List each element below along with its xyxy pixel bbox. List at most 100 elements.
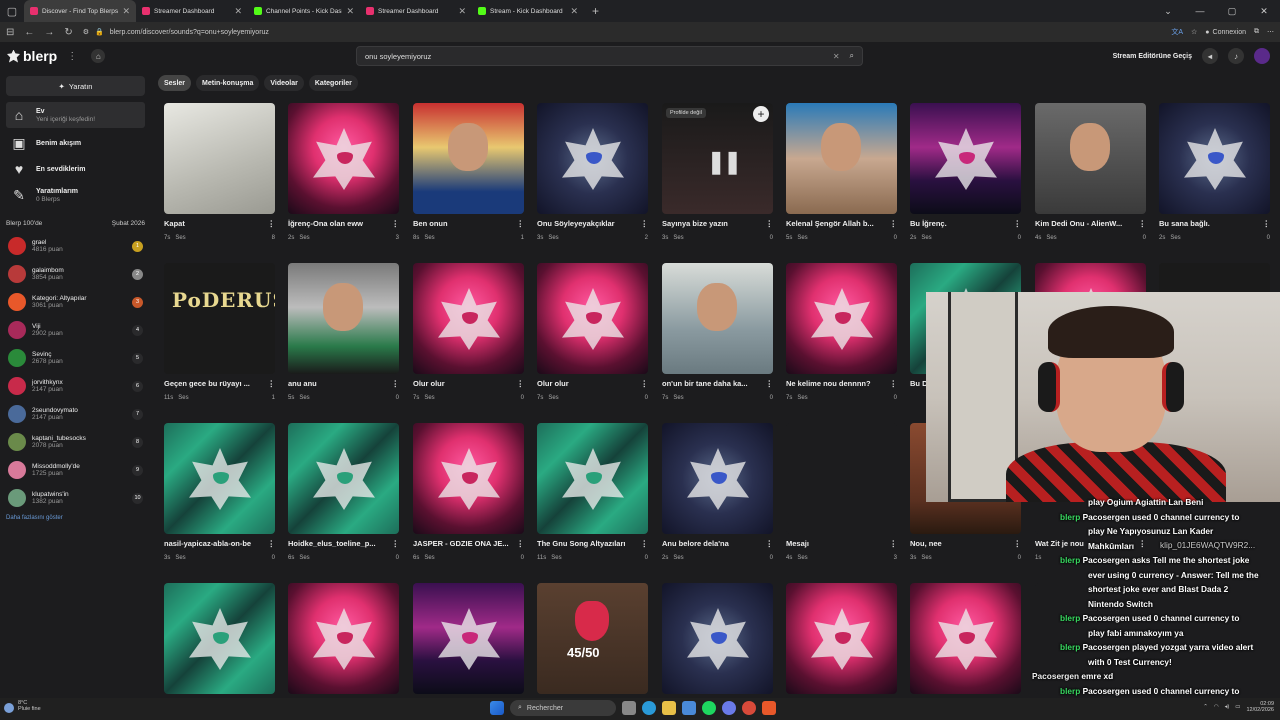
sound-thumbnail[interactable] [288, 423, 399, 534]
sound-thumbnail[interactable] [662, 583, 773, 694]
search-bar[interactable]: onu soyleyemiyoruz ✕ ⌕ [356, 46, 863, 66]
sound-thumbnail[interactable] [1035, 103, 1146, 214]
sound-card[interactable]: anu anu ⋮ 5s Ses 0 [288, 263, 399, 403]
windows-start-icon[interactable] [490, 701, 504, 715]
sound-card[interactable]: Bu sana bağlı. ⋮ 2s Ses 0 [1159, 103, 1270, 243]
sound-thumbnail[interactable] [786, 423, 897, 534]
leaderboard-row[interactable]: jorvithkynx 2147 puan 6 [8, 374, 143, 398]
sound-card[interactable]: The Gnu Song Altyazıları ⋮ 11s Ses 0 [537, 423, 648, 563]
task-view-icon[interactable] [622, 701, 636, 715]
sound-card[interactable]: Kim Dedi Onu - AlienW... ⋮ 4s Ses 0 [1035, 103, 1146, 243]
card-menu-icon[interactable]: ⋮ [766, 539, 774, 548]
card-menu-icon[interactable]: ⋮ [890, 219, 898, 228]
card-menu-icon[interactable]: ⋮ [517, 539, 525, 548]
app-menu-icon[interactable]: ⋮ [67, 51, 77, 62]
tab-close-icon[interactable]: ✕ [122, 6, 130, 17]
sound-thumbnail[interactable] [413, 103, 524, 214]
sound-card[interactable]: Hoidke_elus_toeline_p... ⋮ 6s Ses 0 [288, 423, 399, 563]
tab-close-icon[interactable]: ✕ [570, 6, 578, 17]
card-menu-icon[interactable]: ⋮ [517, 219, 525, 228]
sound-card[interactable]: Onu Söyleyeyakçıklar ⋮ 3s Ses 2 [537, 103, 648, 243]
sound-card[interactable]: Ben onun ⋮ 8s Ses 1 [413, 103, 524, 243]
menu-icon[interactable]: ⋯ [1267, 28, 1274, 36]
sound-thumbnail[interactable] [413, 583, 524, 694]
filter-chip[interactable]: Metin-konuşma [196, 75, 260, 91]
sound-thumbnail[interactable] [786, 103, 897, 214]
filter-chip[interactable]: Kategoriler [308, 75, 358, 91]
weather-widget[interactable]: 8°C Pluie fine [4, 700, 41, 713]
card-menu-icon[interactable]: ⋮ [392, 539, 400, 548]
sound-card[interactable]: nasil-yapicaz-abla-on-be ⋮ 3s Ses 0 [164, 423, 275, 563]
sound-thumbnail[interactable] [288, 263, 399, 374]
card-menu-icon[interactable]: ⋮ [766, 219, 774, 228]
new-tab-button[interactable]: + [584, 4, 607, 18]
store-icon[interactable] [682, 701, 696, 715]
browser-tab[interactable]: Discover - Find Top Blerps ✕ [24, 0, 136, 22]
tab-close-icon[interactable]: ✕ [346, 6, 354, 17]
sound-card[interactable]: Ne kelime nou dennnn? ⋮ 7s Ses 0 [786, 263, 897, 403]
maximize-icon[interactable]: ▢ [1216, 0, 1248, 22]
browser-tab[interactable]: Stream - Kick Dashboard ✕ [472, 0, 584, 22]
sound-thumbnail[interactable] [413, 263, 524, 374]
sound-card[interactable]: İğrenç-Ona olan eww ⋮ 2s Ses 3 [288, 103, 399, 243]
window-menu-icon[interactable]: ▢ [0, 0, 24, 22]
browser-tab[interactable]: Streamer Dashboard ✕ [136, 0, 248, 22]
card-menu-icon[interactable]: ⋮ [392, 219, 400, 228]
leaderboard-row[interactable]: klupatwins'in 1382 puan 10 [8, 486, 143, 510]
sidebar-nav-item[interactable]: ✎ Yaratımlarım 0 Blerps [6, 182, 145, 208]
search-icon[interactable]: ⌕ [850, 51, 854, 61]
minimize-icon[interactable]: — [1184, 0, 1216, 22]
sidebar-nav-item[interactable]: ⌂ Ev Yeni içeriği keşfedin! [6, 102, 145, 128]
sound-card[interactable]: JASPER - GDZIE ONA JE... ⋮ 6s Ses 0 [413, 423, 524, 563]
card-menu-icon[interactable]: ⋮ [392, 379, 400, 388]
card-menu-icon[interactable]: ⋮ [268, 539, 276, 548]
sound-thumbnail[interactable] [164, 423, 275, 534]
browser-tab[interactable]: Channel Points - Kick Dashboar ✕ [248, 0, 360, 22]
reload-icon[interactable]: ↻ [64, 27, 72, 38]
volume-icon[interactable]: ◂) [1225, 704, 1230, 710]
sound-thumbnail[interactable] [164, 103, 275, 214]
filter-chip[interactable]: Videolar [264, 75, 304, 91]
sound-thumbnail[interactable] [537, 263, 648, 374]
show-more-link[interactable]: Daha fazlasını göster [6, 515, 63, 521]
sidebar-nav-item[interactable]: ♥ En sevdiklerim [6, 156, 145, 182]
sound-thumbnail[interactable] [288, 103, 399, 214]
sound-thumbnail[interactable] [786, 263, 897, 374]
edge-icon[interactable] [642, 701, 656, 715]
leaderboard-row[interactable]: Kategori: Altyapılar 3061 puan 3 [8, 290, 143, 314]
sound-thumbnail[interactable] [910, 103, 1021, 214]
sound-card[interactable]: Kelenal Şengör Allah b... ⋮ 5s Ses 0 [786, 103, 897, 243]
leaderboard-row[interactable]: kaptani_tubesocks 2078 puan 8 [8, 430, 143, 454]
card-menu-icon[interactable]: ⋮ [641, 219, 649, 228]
sound-card[interactable]: Mesajı ⋮ 4s Ses 3 [786, 423, 897, 563]
tab-list-icon[interactable]: ⌄ [1152, 0, 1184, 22]
extensions-icon[interactable]: ⧉ [1254, 28, 1259, 36]
profile-button[interactable]: ● Connexion [1205, 29, 1246, 36]
notification-icon[interactable]: ♪ [1228, 48, 1244, 64]
filter-chip[interactable]: Sesler [158, 75, 192, 91]
taskbar-search[interactable]: ⌕ Rechercher [510, 700, 616, 716]
card-menu-icon[interactable]: ⋮ [766, 379, 774, 388]
stream-editor-link[interactable]: Stream Editörüne Geçiş [1113, 53, 1192, 60]
sound-icon[interactable]: ◂ [1202, 48, 1218, 64]
search-input[interactable]: onu soyleyemiyoruz [365, 52, 833, 61]
pause-icon[interactable]: ❚❚ [707, 149, 742, 175]
sound-card[interactable]: Anu belore dela'na ⋮ 2s Ses 0 [662, 423, 773, 563]
card-menu-icon[interactable]: ⋮ [641, 379, 649, 388]
tab-close-icon[interactable]: ✕ [458, 6, 466, 17]
sound-thumbnail[interactable] [910, 583, 1021, 694]
sound-thumbnail[interactable] [537, 423, 648, 534]
file-explorer-icon[interactable] [662, 701, 676, 715]
leaderboard-row[interactable]: 2seundovymato 2147 puan 7 [8, 402, 143, 426]
sound-thumbnail[interactable] [662, 263, 773, 374]
close-window-icon[interactable]: ✕ [1248, 0, 1280, 22]
sound-thumbnail[interactable] [786, 583, 897, 694]
forward-icon[interactable]: → [44, 27, 54, 38]
card-menu-icon[interactable]: ⋮ [1263, 219, 1271, 228]
home-button[interactable]: ⌂ [91, 49, 106, 63]
url-field[interactable]: ⚙ 🔒 blerp.com/discover/sounds?q=onu+soyl… [83, 28, 1162, 37]
clock[interactable]: 02:09 12/02/2026 [1246, 701, 1274, 713]
back-icon[interactable]: ← [24, 27, 34, 38]
leaderboard-date[interactable]: Şubat 2026 [112, 220, 145, 227]
card-menu-icon[interactable]: ⋮ [1139, 219, 1147, 228]
